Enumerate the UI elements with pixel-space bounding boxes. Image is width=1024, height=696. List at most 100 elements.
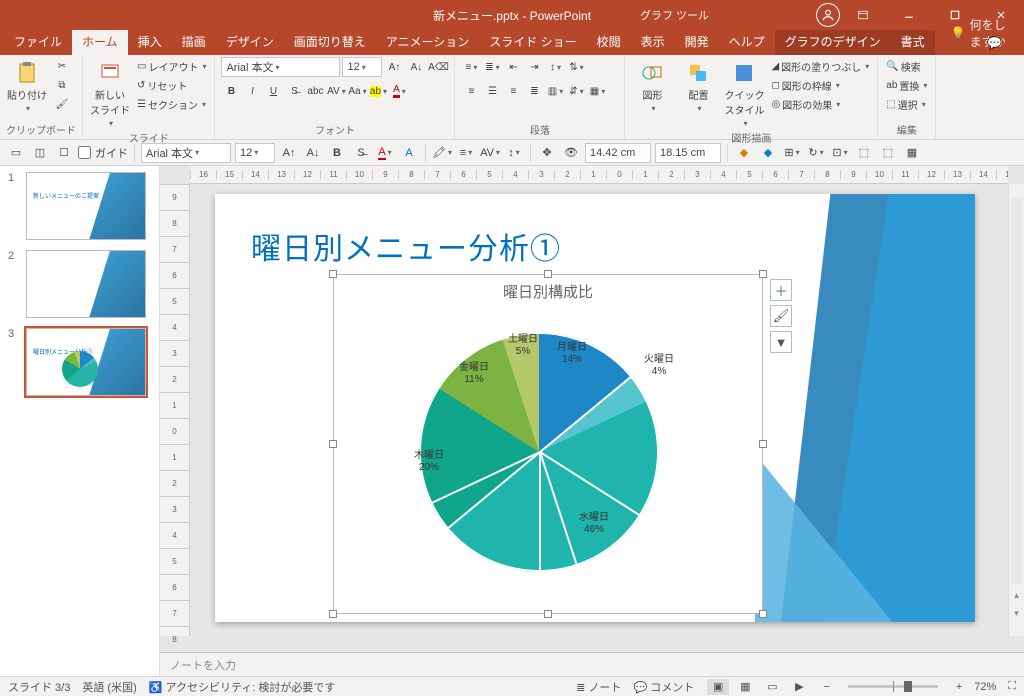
increase-indent-button[interactable]: ⇥ <box>524 57 544 77</box>
clear-format-button[interactable]: A⌫ <box>428 57 448 77</box>
qa-inc-font[interactable]: A↑ <box>279 143 299 163</box>
increase-font-button[interactable]: A↑ <box>384 57 404 77</box>
font-color-button[interactable]: A <box>389 81 409 101</box>
columns-button[interactable]: ▥ <box>545 81 565 101</box>
resize-handle[interactable] <box>759 270 767 278</box>
arrange-button[interactable]: 配置 <box>677 57 719 113</box>
align-center-button[interactable]: ☰ <box>482 81 502 101</box>
tab-slideshow[interactable]: スライド ショー <box>479 28 586 55</box>
bold-button[interactable]: B <box>221 81 241 101</box>
shape-outline-button[interactable]: ◻ 図形の枠線 <box>769 76 871 94</box>
notes-pane[interactable]: ノートを入力 <box>160 652 1024 676</box>
chart-styles-button[interactable]: 🖌 <box>770 305 792 327</box>
format-painter-button[interactable]: 🖌 <box>52 95 72 113</box>
reading-view-button[interactable]: ▭ <box>761 679 783 695</box>
shadow-button[interactable]: abc <box>305 81 325 101</box>
normal-view-button[interactable]: ▣ <box>707 679 729 695</box>
strike-button[interactable]: S̶ <box>284 81 304 101</box>
qa-eye[interactable]: 👁 <box>561 143 581 163</box>
comments-toggle[interactable]: 💬 コメント <box>633 679 694 695</box>
section-button[interactable]: ☰ セクション <box>135 95 208 113</box>
qa-bold[interactable]: B <box>327 143 347 163</box>
prev-slide-icon[interactable]: ▴ <box>1014 590 1019 601</box>
decrease-font-button[interactable]: A↓ <box>406 57 426 77</box>
paste-button[interactable]: 貼り付け <box>6 57 48 113</box>
tab-format[interactable]: 書式 <box>891 28 935 55</box>
thumbnail-2[interactable] <box>26 250 146 318</box>
resize-handle[interactable] <box>544 270 552 278</box>
slide-counter[interactable]: スライド 3/3 <box>8 679 70 695</box>
fit-to-window-button[interactable]: ⛶ <box>1008 680 1016 693</box>
ribbon-options-icon[interactable] <box>840 0 886 30</box>
replace-button[interactable]: ab 置換 <box>884 76 929 94</box>
tab-animation[interactable]: アニメーション <box>376 28 480 55</box>
qa-texteffect[interactable]: A <box>399 143 419 163</box>
layout-button[interactable]: ▭ レイアウト <box>135 57 208 75</box>
vertical-scrollbar[interactable]: ▴▾ <box>1008 184 1024 636</box>
resize-handle[interactable] <box>329 270 337 278</box>
highlight-button[interactable]: ab <box>368 81 388 101</box>
justify-button[interactable]: ≣ <box>524 81 544 101</box>
next-slide-icon[interactable]: ▾ <box>1014 608 1019 619</box>
resize-handle[interactable] <box>329 610 337 618</box>
qa-size-select[interactable]: 12 <box>235 143 275 163</box>
notes-toggle[interactable]: ≣ ノート <box>576 679 621 695</box>
qa-font-color[interactable]: A <box>375 143 395 163</box>
tab-design[interactable]: デザイン <box>216 28 284 55</box>
copy-button[interactable]: ⧉ <box>52 76 72 94</box>
qa-pick[interactable]: ✥ <box>537 143 557 163</box>
tab-transition[interactable]: 画面切り替え <box>284 28 376 55</box>
shape-fill-button[interactable]: ◢ 図形の塗りつぶし <box>769 57 871 75</box>
qa-strike[interactable]: S̶ <box>351 143 371 163</box>
thumbnail-3[interactable]: 曜日別メニュー分析① <box>26 328 146 396</box>
qa-bullets[interactable]: ≡ <box>456 143 476 163</box>
zoom-slider[interactable] <box>848 685 938 688</box>
italic-button[interactable]: I <box>242 81 262 101</box>
tab-view[interactable]: 表示 <box>631 28 675 55</box>
align-right-button[interactable]: ≡ <box>503 81 523 101</box>
qa-line[interactable]: ↕ <box>504 143 524 163</box>
qa-highlight[interactable]: 🖍 <box>432 143 452 163</box>
qa-icon-1[interactable]: ▭ <box>6 143 26 163</box>
chart-filter-button[interactable]: ▼ <box>770 331 792 353</box>
font-size-select[interactable]: 12 <box>342 57 382 77</box>
shapes-button[interactable]: 図形 <box>631 57 673 113</box>
resize-handle[interactable] <box>759 610 767 618</box>
minimize-button[interactable] <box>886 0 932 30</box>
thumbnail-1[interactable]: 新しいメニューのご提案 <box>26 172 146 240</box>
align-left-button[interactable]: ≡ <box>461 81 481 101</box>
guide-checkbox[interactable] <box>78 146 91 159</box>
chart-object[interactable]: 曜日別構成比 月曜日14% 火曜日4% 水曜日46% 木曜日20% 金曜日11%… <box>333 274 763 614</box>
chart-elements-button[interactable]: ＋ <box>770 279 792 301</box>
quick-styles-button[interactable]: クイック スタイル <box>723 57 765 128</box>
new-slide-button[interactable]: 新しい スライド <box>89 57 131 128</box>
bullets-button[interactable]: ≡ <box>461 57 481 77</box>
qa-icon-2[interactable]: ◫ <box>30 143 50 163</box>
sorter-view-button[interactable]: ▦ <box>734 679 756 695</box>
font-name-select[interactable]: Arial 本文 <box>221 57 340 77</box>
tab-file[interactable]: ファイル <box>4 28 72 55</box>
slideshow-view-button[interactable]: ▶ <box>788 679 810 695</box>
slide-canvas[interactable]: 曜日別メニュー分析① 曜日別構成比 月曜日14% 火曜日4% <box>215 194 975 622</box>
tab-insert[interactable]: 挿入 <box>128 28 172 55</box>
text-direction-button[interactable]: ⇅ <box>566 57 586 77</box>
account-icon[interactable] <box>816 3 840 27</box>
qa-spacing[interactable]: AV <box>480 143 500 163</box>
qa-more3[interactable]: ▦ <box>902 143 922 163</box>
qa-dec-font[interactable]: A↓ <box>303 143 323 163</box>
tab-chart-design[interactable]: グラフのデザイン <box>775 28 891 55</box>
shape-effects-button[interactable]: ◎ 図形の効果 <box>769 95 871 113</box>
tab-draw[interactable]: 描画 <box>172 28 216 55</box>
change-case-button[interactable]: Aa <box>347 81 367 101</box>
select-button[interactable]: ⬚ 選択 <box>884 95 929 113</box>
resize-handle[interactable] <box>544 610 552 618</box>
language-indicator[interactable]: 英語 (米国) <box>82 679 136 695</box>
qa-more2[interactable]: ⬚ <box>878 143 898 163</box>
line-spacing-button[interactable]: ↕ <box>545 57 565 77</box>
tab-help[interactable]: ヘルプ <box>719 28 775 55</box>
tab-review[interactable]: 校閲 <box>587 28 631 55</box>
align-text-button[interactable]: ⇵ <box>566 81 586 101</box>
reset-button[interactable]: ↺ リセット <box>135 76 208 94</box>
underline-button[interactable]: U <box>263 81 283 101</box>
feedback-icon[interactable]: 💬 <box>977 31 1012 55</box>
